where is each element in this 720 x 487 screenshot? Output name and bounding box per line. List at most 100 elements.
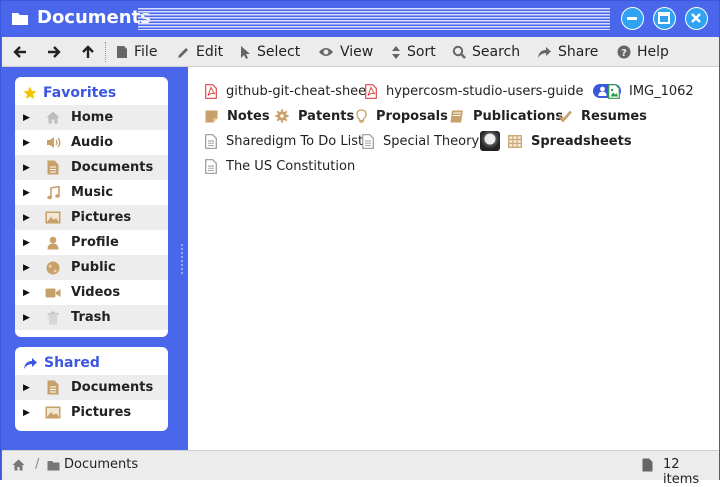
sidebar-item-public[interactable]: ▶ Public	[15, 255, 168, 280]
share-icon	[538, 46, 551, 58]
up-button[interactable]	[81, 42, 95, 62]
expand-arrow-icon[interactable]: ▶	[23, 113, 33, 123]
file-item[interactable]: Sharedigm To Do List	[205, 132, 363, 150]
file-name: Patents	[298, 108, 355, 124]
file-item[interactable]: The US Constitution	[205, 157, 355, 175]
home-icon[interactable]	[12, 459, 25, 471]
sidebar-item-label: Videos	[71, 285, 121, 300]
title-bar[interactable]: Documents	[1, 1, 719, 37]
file-name: Special Theory	[383, 133, 480, 149]
trash-icon	[47, 311, 59, 324]
file-item[interactable]: Patents	[275, 107, 354, 125]
shared-header[interactable]: Shared	[15, 351, 168, 375]
expand-arrow-icon[interactable]: ▶	[23, 383, 33, 393]
folder-icon	[47, 461, 60, 471]
share-menu-label: Share	[558, 44, 599, 60]
file-item[interactable]: Publications	[450, 107, 563, 125]
close-button[interactable]	[685, 7, 708, 30]
sidebar-item-documents[interactable]: ▶ Documents	[15, 375, 168, 400]
sidebar-item-documents[interactable]: ▶ Documents	[15, 155, 168, 180]
select-menu[interactable]: Select	[240, 42, 300, 62]
note-folder-icon	[205, 110, 218, 122]
expand-arrow-icon[interactable]: ▶	[23, 138, 33, 148]
toolbar-divider	[105, 42, 106, 62]
arrow-left-icon	[13, 46, 26, 58]
file-name: Proposals	[376, 108, 448, 124]
user-icon	[47, 236, 59, 249]
title-bar-grip[interactable]	[138, 8, 610, 30]
checkmark-icon	[558, 110, 572, 122]
sidebar-item-audio[interactable]: ▶ Audio	[15, 130, 168, 155]
expand-arrow-icon[interactable]: ▶	[23, 238, 33, 248]
minimize-button[interactable]	[621, 7, 644, 30]
file-item[interactable]: github-git-cheat-sheet	[205, 82, 371, 100]
sidebar-item-label: Audio	[71, 135, 114, 150]
book-icon	[450, 110, 463, 122]
sidebar-item-label: Documents	[71, 160, 154, 175]
file-item[interactable]: IMG_1062	[608, 82, 694, 100]
file-item[interactable]: Notes	[205, 107, 270, 125]
sidebar-item-home[interactable]: ▶ Home	[15, 105, 168, 130]
toolbar: File Edit Select View Sort Search Share …	[2, 37, 719, 67]
expand-arrow-icon[interactable]: ▶	[23, 288, 33, 298]
sidebar-item-pictures[interactable]: ▶ Pictures	[15, 205, 168, 230]
expand-arrow-icon[interactable]: ▶	[23, 188, 33, 198]
text-file-icon	[362, 133, 374, 149]
sidebar-item-pictures[interactable]: ▶ Pictures	[15, 400, 168, 425]
help-menu[interactable]: ? Help	[617, 42, 669, 62]
music-note-icon	[46, 185, 60, 199]
file-name: Publications	[473, 108, 564, 124]
expand-arrow-icon[interactable]: ▶	[23, 408, 33, 418]
sidebar-item-videos[interactable]: ▶ Videos	[15, 280, 168, 305]
edit-menu[interactable]: Edit	[177, 42, 223, 62]
status-bar: / Documents 12 items	[2, 450, 719, 487]
share-menu[interactable]: Share	[537, 42, 598, 62]
search-icon	[452, 45, 466, 59]
sidebar-item-trash[interactable]: ▶ Trash	[15, 305, 168, 330]
search-menu[interactable]: Search	[452, 42, 520, 62]
expand-arrow-icon[interactable]: ▶	[23, 163, 33, 173]
sidebar-item-label: Pictures	[71, 210, 132, 225]
favorites-title: Favorites	[43, 85, 117, 101]
favorites-header[interactable]: Favorites	[15, 81, 168, 105]
shared-title: Shared	[44, 355, 100, 371]
user-icon	[597, 86, 607, 96]
table-icon	[508, 134, 522, 148]
file-item[interactable]: Resumes	[558, 107, 647, 125]
star-icon	[23, 86, 37, 99]
sidebar-resize-handle[interactable]	[180, 243, 184, 275]
expand-arrow-icon[interactable]: ▶	[23, 313, 33, 323]
sidebar-item-music[interactable]: ▶ Music	[15, 180, 168, 205]
view-menu[interactable]: View	[318, 42, 373, 62]
sort-icon	[392, 45, 400, 59]
file-item[interactable]: hypercosm-studio-users-guide1	[365, 82, 622, 100]
file-name: The US Constitution	[226, 158, 356, 174]
globe-icon	[46, 261, 60, 274]
file-name: hypercosm-studio-users-guide	[386, 83, 584, 99]
sidebar-item-profile[interactable]: ▶ Profile	[15, 230, 168, 255]
sidebar-item-label: Home	[71, 110, 114, 125]
view-menu-label: View	[340, 44, 374, 60]
expand-arrow-icon[interactable]: ▶	[23, 213, 33, 223]
file-item[interactable]: Spreadsheets	[508, 132, 632, 150]
text-file-icon	[205, 158, 217, 174]
arrow-up-icon	[82, 45, 94, 58]
file-menu[interactable]: File	[116, 42, 157, 62]
close-icon	[691, 13, 701, 23]
file-item[interactable]: Proposals	[356, 107, 448, 125]
back-button[interactable]	[13, 42, 27, 62]
breadcrumb-current[interactable]: Documents	[64, 457, 138, 472]
file-name: Sharedigm To Do List	[226, 133, 364, 149]
sort-menu[interactable]: Sort	[391, 42, 436, 62]
sidebar: Favorites ▶ Home ▶ Audio ▶ Documents ▶ Music ▶ Pi…	[2, 67, 178, 450]
maximize-icon	[658, 12, 670, 24]
maximize-button[interactable]	[653, 7, 676, 30]
expand-arrow-icon[interactable]: ▶	[23, 263, 33, 273]
file-browser-window: Documents File Edit Select View Sort Sea…	[0, 0, 720, 487]
sidebar-item-label: Documents	[71, 380, 154, 395]
window-title: Documents	[37, 7, 151, 28]
file-item[interactable]: Special Theory	[362, 132, 479, 150]
forward-button[interactable]	[47, 42, 61, 62]
document-icon	[47, 160, 59, 175]
arrow-right-icon	[48, 46, 61, 58]
